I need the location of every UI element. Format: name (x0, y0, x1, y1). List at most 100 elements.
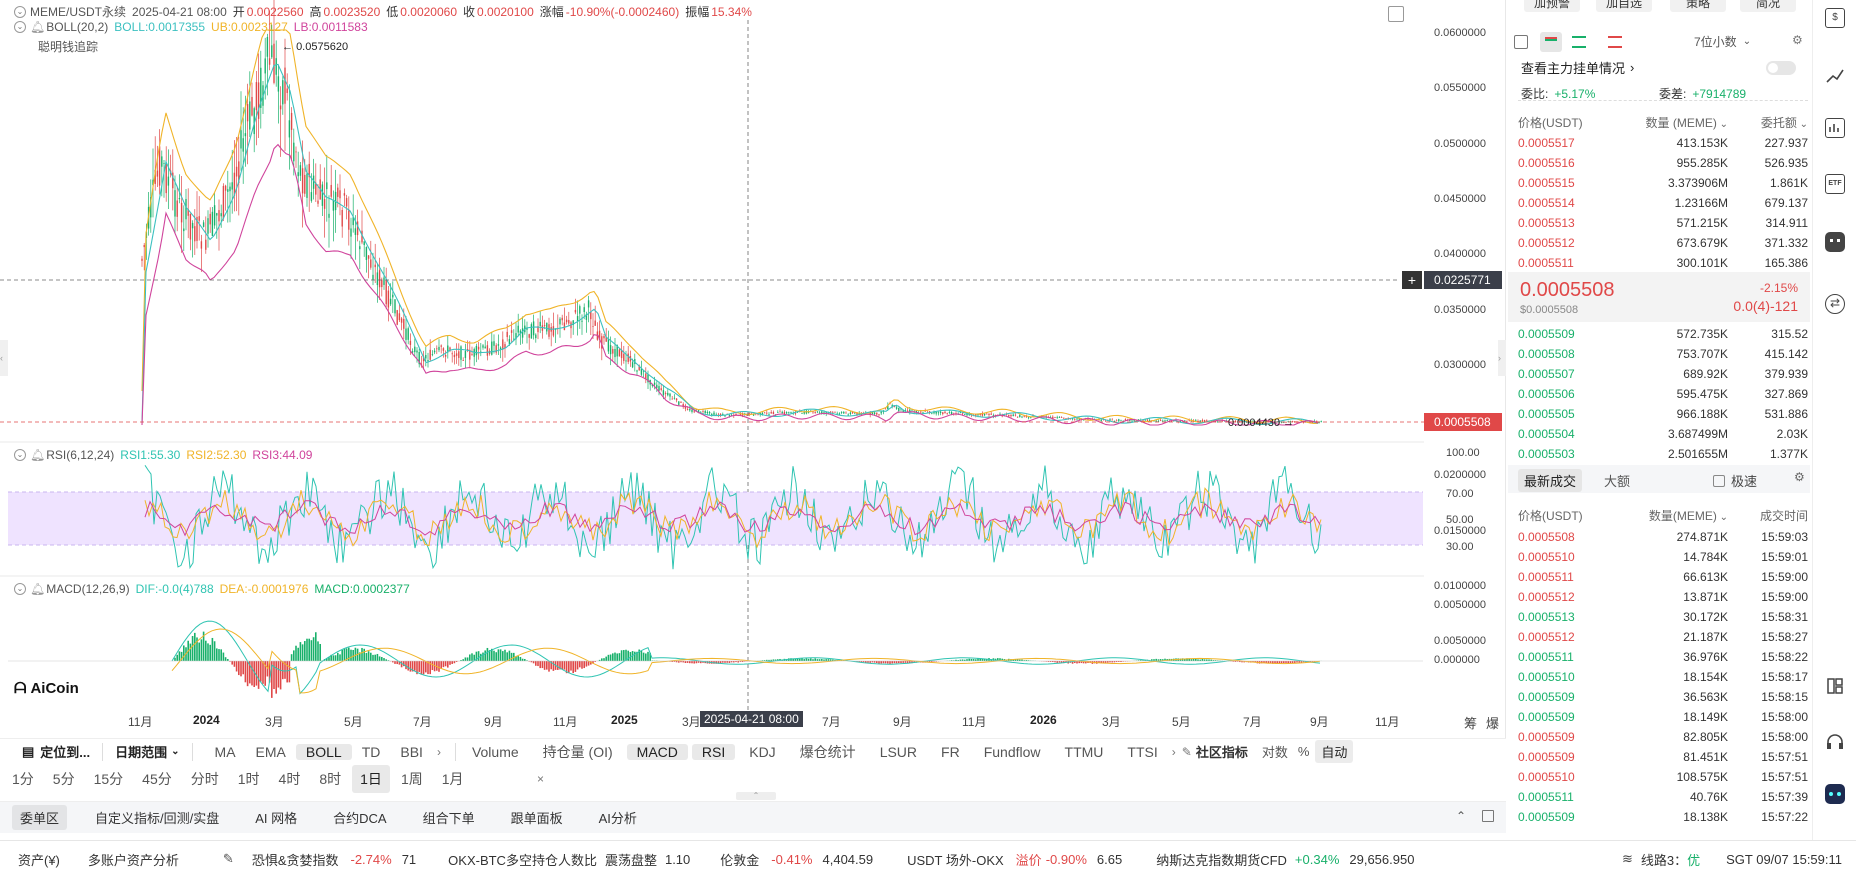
okx-ratio-label[interactable]: OKX-BTC多空持仓人数比 (448, 850, 597, 869)
ask-row[interactable]: 0.0005512 673.679K 371.332 (1518, 233, 1808, 253)
chart-area[interactable]: ⌄ MEME/USDT永续 2025-04-21 08:00 开 0.002256… (0, 0, 1506, 738)
fast-mode-toggle[interactable]: 极速 (1713, 471, 1757, 490)
tab-latest-trades[interactable]: 最新成交 (1518, 469, 1583, 492)
chevron-down-icon[interactable]: ⌄ (1797, 119, 1808, 130)
indicator-td[interactable]: TD (352, 744, 391, 760)
assets-label[interactable]: 资产(¥) (18, 850, 60, 869)
popout-orderbook-icon[interactable] (1514, 35, 1528, 49)
bid-row[interactable]: 0.0005503 2.501655M 1.377K (1518, 444, 1808, 464)
edit-icon[interactable]: ✎ (1182, 745, 1192, 759)
main-orders-link[interactable]: 查看主力挂单情况 › (1521, 58, 1634, 77)
layout-icon[interactable] (1825, 676, 1845, 696)
bid-row[interactable]: 0.0005504 3.687499M 2.03K (1518, 424, 1808, 444)
fast-checkbox[interactable] (1713, 474, 1725, 487)
chip-distribution-button[interactable]: 筹 (1464, 713, 1477, 732)
panel-tab[interactable]: 跟单面板 (503, 805, 571, 830)
sub-indicator-button[interactable]: MACD (626, 743, 688, 760)
sub-indicator-button[interactable]: Fundflow (974, 744, 1051, 760)
multi-account-link[interactable]: 多账户资产分析 (88, 850, 179, 869)
fear-greed-label[interactable]: 恐惧&贪婪指数 (252, 850, 339, 869)
bar-chart-icon[interactable] (1825, 118, 1845, 138)
dollar-icon[interactable]: $ (1825, 8, 1845, 28)
bell-icon[interactable]: 🔔︎ (30, 448, 45, 462)
top-button[interactable]: 加自选 (1596, 0, 1652, 12)
interval-button[interactable]: 1日 (352, 765, 390, 793)
top-button[interactable]: 加预警 (1524, 0, 1580, 12)
interval-button[interactable]: 1时 (230, 765, 268, 793)
nasdaq-label[interactable]: 纳斯达克指数期货CFD (1156, 850, 1287, 869)
bell-icon[interactable]: 🔔︎ (30, 582, 45, 596)
interval-button[interactable]: 8时 (311, 765, 349, 793)
locate-button[interactable]: ▤ 定位到... (22, 742, 90, 761)
collapse-panel-icon[interactable]: ⌃ (1456, 809, 1466, 823)
panel-tab[interactable]: 自定义指标/回测/实盘 (87, 805, 227, 830)
view-bids-icon[interactable] (1572, 36, 1586, 48)
community-indicators-button[interactable]: 社区指标 (1196, 742, 1248, 761)
robot-icon[interactable] (1825, 232, 1845, 252)
date-range-dropdown[interactable]: 日期范围 ⌄ (115, 742, 179, 761)
interval-button[interactable]: 15分 (86, 765, 132, 793)
indicator-ema[interactable]: EMA (246, 744, 296, 760)
chevron-down-icon[interactable]: ⌄ (1717, 512, 1728, 523)
top-button[interactable]: 策略 (1670, 0, 1726, 12)
bid-row[interactable]: 0.0005508 753.707K 415.142 (1518, 344, 1808, 364)
bid-row[interactable]: 0.0005506 595.475K 327.869 (1518, 384, 1808, 404)
ask-row[interactable]: 0.0005511 300.101K 165.386 (1518, 253, 1808, 273)
liquidation-button[interactable]: 爆 (1486, 713, 1499, 732)
line-label[interactable]: 线路3： (1641, 850, 1687, 869)
interval-button[interactable]: 45分 (134, 765, 180, 793)
ask-row[interactable]: 0.0005513 571.215K 314.911 (1518, 213, 1808, 233)
chevron-right-icon[interactable]: › (437, 745, 441, 759)
sub-indicator-button[interactable]: KDJ (739, 744, 785, 760)
indicator-boll[interactable]: BOLL (295, 743, 352, 760)
collapse-icon[interactable]: ⌄ (14, 449, 26, 461)
settings-icon[interactable]: ⚙ (1792, 33, 1803, 47)
view-asks-icon[interactable] (1608, 36, 1622, 48)
usdt-otc-label[interactable]: USDT 场外-OKX (907, 850, 1004, 869)
popout-icon[interactable] (1482, 810, 1494, 822)
exchange-icon[interactable]: ⇄ (1825, 294, 1845, 314)
trend-chart-icon[interactable] (1825, 66, 1845, 86)
ask-row[interactable]: 0.0005515 3.373906M 1.861K (1518, 173, 1808, 193)
indicator-ma[interactable]: MA (205, 744, 246, 760)
sub-indicator-button[interactable]: RSI (691, 743, 736, 760)
bid-row[interactable]: 0.0005507 689.92K 379.939 (1518, 364, 1808, 384)
gold-label[interactable]: 伦敦金 (720, 850, 759, 869)
log-scale-toggle[interactable]: 对数 (1262, 742, 1288, 761)
ask-row[interactable]: 0.0005517 413.153K 227.937 (1518, 133, 1808, 153)
percent-scale-toggle[interactable]: % (1298, 744, 1310, 759)
sub-indicator-button[interactable]: 持仓量 (OI) (533, 742, 623, 762)
top-button[interactable]: 简况 (1740, 0, 1796, 12)
close-interval-icon[interactable]: × (537, 772, 544, 786)
interval-button[interactable]: 4时 (271, 765, 309, 793)
view-both-icon[interactable] (1540, 32, 1562, 52)
chevron-right-icon[interactable]: › (1172, 745, 1176, 759)
sub-indicator-button[interactable]: TTMU (1055, 744, 1114, 760)
precision-dropdown[interactable]: 7位小数 ⌄ (1694, 33, 1751, 50)
settings-icon[interactable]: ⚙ (1794, 470, 1805, 484)
right-collapse-handle[interactable]: › (1498, 340, 1506, 376)
indicator-bbi[interactable]: BBI (390, 744, 433, 760)
panel-tab[interactable]: 组合下单 (415, 805, 483, 830)
bid-row[interactable]: 0.0005509 572.735K 315.52 (1518, 324, 1808, 344)
left-collapse-handle[interactable]: ‹ (0, 340, 8, 376)
ask-row[interactable]: 0.0005516 955.285K 526.935 (1518, 153, 1808, 173)
panel-tab[interactable]: AI 网格 (247, 805, 305, 830)
sub-indicator-button[interactable]: TTSI (1117, 744, 1167, 760)
headset-icon[interactable] (1825, 732, 1845, 752)
sub-indicator-button[interactable]: Volume (462, 744, 529, 760)
interval-button[interactable]: 1分 (4, 765, 42, 793)
etf-icon[interactable]: ETF (1825, 174, 1845, 194)
interval-button[interactable]: 1周 (393, 765, 431, 793)
sub-indicator-button[interactable]: 爆仓统计 (790, 742, 866, 762)
interval-button[interactable]: 5分 (45, 765, 83, 793)
chevron-down-icon[interactable]: ⌄ (1717, 119, 1728, 130)
ai-bot-icon[interactable] (1825, 784, 1845, 804)
bid-row[interactable]: 0.0005505 966.188K 531.886 (1518, 404, 1808, 424)
tab-big-trades[interactable]: 大额 (1604, 471, 1630, 490)
panel-tab[interactable]: 委单区 (12, 805, 68, 830)
sub-indicator-button[interactable]: FR (931, 744, 970, 760)
chart-canvas[interactable] (0, 0, 1506, 738)
interval-button[interactable]: 分时 (183, 765, 227, 793)
auto-scale-toggle[interactable]: 自动 (1315, 740, 1354, 763)
